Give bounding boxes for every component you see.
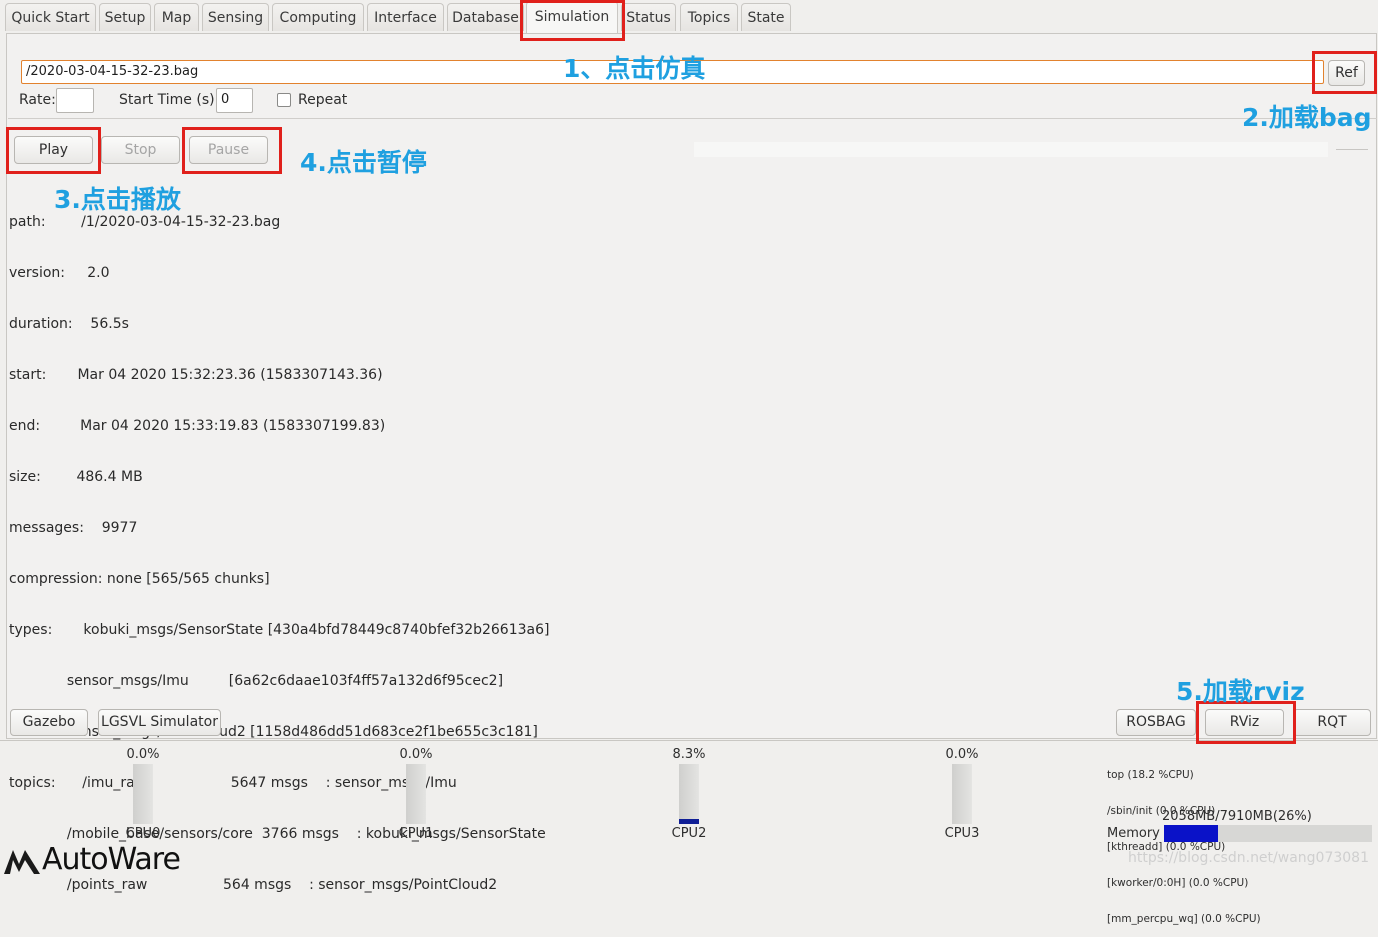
cpu3-label: CPU3 bbox=[944, 826, 980, 841]
info-line: end: Mar 04 2020 15:33:19.83 (1583307199… bbox=[9, 418, 386, 434]
tab-computing[interactable]: Computing bbox=[272, 3, 364, 31]
tab-map[interactable]: Map bbox=[154, 3, 199, 31]
annotation-step3: 3.点击播放 bbox=[54, 185, 181, 214]
rate-input[interactable] bbox=[56, 88, 94, 113]
tab-bar: Quick Start Setup Map Sensing Computing … bbox=[0, 0, 1378, 35]
cpu2-bar bbox=[679, 764, 699, 824]
info-line: sensor_msgs/Imu [6a62c6daae103f4ff57a132… bbox=[9, 673, 504, 689]
highlight-simulation-tab bbox=[520, 0, 625, 41]
info-line: types: kobuki_msgs/SensorState [430a4bfd… bbox=[9, 622, 550, 638]
memory-bar bbox=[1164, 825, 1372, 842]
cpu1-bar bbox=[406, 764, 426, 824]
stop-button[interactable]: Stop bbox=[101, 136, 180, 164]
info-line: version: 2.0 bbox=[9, 265, 110, 281]
annotation-step2: 2.加载bag bbox=[1242, 103, 1372, 132]
info-line: messages: 9977 bbox=[9, 520, 138, 536]
annotation-step5: 5.加载rviz bbox=[1176, 677, 1305, 706]
annotation-step4: 4.点击暂停 bbox=[300, 148, 427, 177]
tab-status[interactable]: Status bbox=[621, 3, 676, 31]
lgsvl-simulator-button[interactable]: LGSVL Simulator bbox=[98, 709, 221, 736]
info-line: /mobile_base/sensors/core 3766 msgs : ko… bbox=[9, 826, 546, 842]
info-line: /points_raw 564 msgs : sensor_msgs/Point… bbox=[9, 877, 498, 893]
memory-usage-text: 2058MB/7910MB(26%) bbox=[1162, 809, 1312, 824]
cpu0-label: CPU0 bbox=[125, 826, 161, 841]
info-line: start: Mar 04 2020 15:32:23.36 (15833071… bbox=[9, 367, 383, 383]
start-time-input[interactable]: 0 bbox=[216, 88, 253, 113]
cpu0-percent: 0.0% bbox=[126, 747, 160, 762]
highlight-ref-button bbox=[1312, 51, 1377, 94]
info-line: topics: /imu_raw 5647 msgs : sensor_msgs… bbox=[9, 775, 457, 791]
progress-end-line bbox=[1336, 149, 1368, 150]
tab-state[interactable]: State bbox=[741, 3, 791, 31]
info-line: duration: 56.5s bbox=[9, 316, 129, 332]
logo-text: AutoWare bbox=[42, 842, 181, 877]
rate-label: Rate: bbox=[19, 92, 56, 108]
rqt-button[interactable]: RQT bbox=[1293, 709, 1371, 736]
cpu3-percent: 0.0% bbox=[945, 747, 979, 762]
info-line: compression: none [565/565 chunks] bbox=[9, 571, 270, 587]
cpu2-fill bbox=[679, 819, 699, 824]
cpu3-bar bbox=[952, 764, 972, 824]
start-time-label: Start Time (s): bbox=[119, 92, 220, 108]
autoware-logo-mark bbox=[4, 850, 40, 874]
tab-sensing[interactable]: Sensing bbox=[202, 3, 269, 31]
info-line: size: 486.4 MB bbox=[9, 469, 143, 485]
tab-database[interactable]: Database bbox=[447, 3, 524, 31]
tab-topics[interactable]: Topics bbox=[680, 3, 738, 31]
cpu1-label: CPU1 bbox=[398, 826, 434, 841]
cpu2-label: CPU2 bbox=[671, 826, 707, 841]
highlight-pause-button bbox=[182, 127, 282, 174]
info-line: path: /1/2020-03-04-15-32-23.bag bbox=[9, 214, 281, 230]
bag-info: path: /1/2020-03-04-15-32-23.bag version… bbox=[9, 180, 549, 911]
bottom-separator bbox=[0, 740, 1378, 741]
repeat-checkbox[interactable] bbox=[277, 93, 291, 107]
annotation-step1: 1、点击仿真 bbox=[563, 54, 706, 83]
info-line: sensor_msgs/PointCloud2 [1158d486dd51d68… bbox=[9, 724, 538, 740]
cpu1-percent: 0.0% bbox=[399, 747, 433, 762]
rosbag-button[interactable]: ROSBAG bbox=[1116, 709, 1196, 736]
tab-setup[interactable]: Setup bbox=[99, 3, 151, 31]
process-item: [kworker/0:0H] (0.0 %CPU) bbox=[1107, 877, 1249, 889]
cpu0-bar bbox=[133, 764, 153, 824]
separator bbox=[8, 118, 1377, 119]
process-item: [mm_percpu_wq] (0.0 %CPU) bbox=[1107, 913, 1261, 925]
tab-quick-start[interactable]: Quick Start bbox=[5, 3, 96, 31]
repeat-label: Repeat bbox=[298, 92, 348, 108]
playback-progress-bar bbox=[694, 142, 1328, 157]
memory-fill bbox=[1164, 825, 1219, 842]
watermark: https://blog.csdn.net/wang073081 bbox=[1128, 850, 1369, 866]
memory-label: Memory bbox=[1107, 826, 1160, 841]
tab-interface[interactable]: Interface bbox=[367, 3, 444, 31]
highlight-play-button bbox=[6, 127, 101, 174]
cpu2-percent: 8.3% bbox=[672, 747, 706, 762]
process-item: top (18.2 %CPU) bbox=[1107, 769, 1194, 781]
gazebo-button[interactable]: Gazebo bbox=[10, 709, 88, 736]
